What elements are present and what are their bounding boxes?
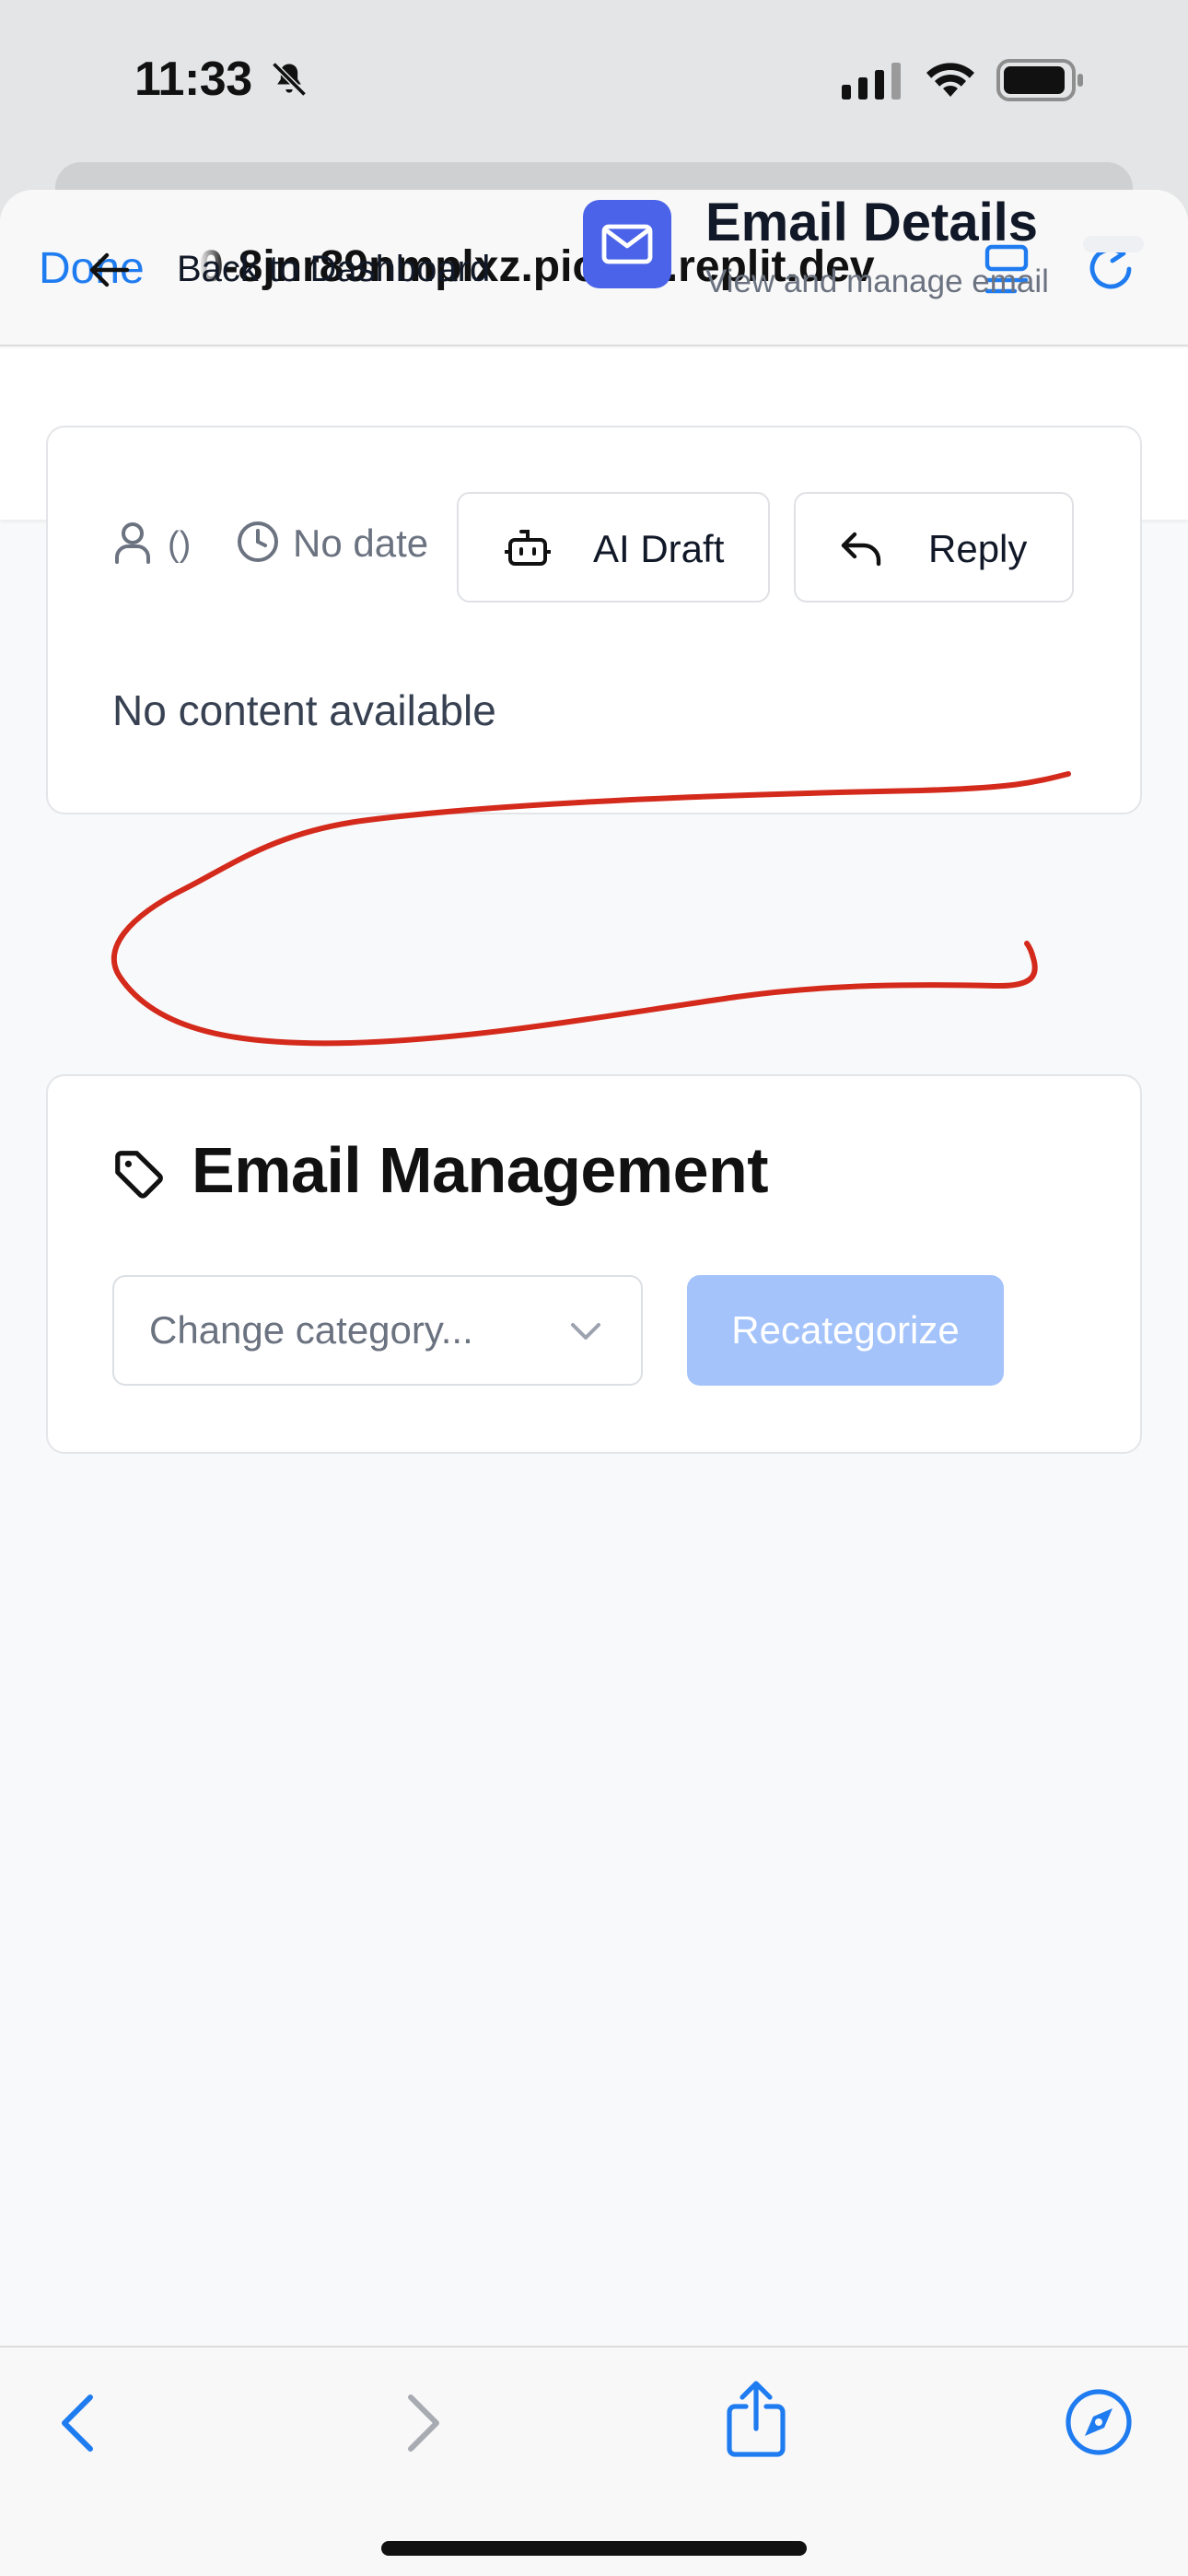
date-text: No date [293, 521, 429, 565]
recategorize-label: Recategorize [731, 1308, 960, 1352]
email-management-card [46, 1074, 1142, 1454]
mail-icon [601, 224, 653, 264]
clock-icon [238, 521, 278, 562]
wifi-icon [926, 63, 974, 97]
cellular-signal-icon [842, 63, 901, 100]
chevron-down-icon [571, 1323, 600, 1340]
reply-icon [841, 532, 881, 567]
category-select-placeholder: Change category... [149, 1308, 473, 1352]
header-placeholder-pill [1083, 236, 1144, 252]
ai-draft-label: AI Draft [593, 527, 725, 570]
email-card [46, 426, 1142, 814]
status-time: 11:33 [134, 53, 252, 106]
reply-label: Reply [928, 527, 1028, 570]
robot-icon [505, 530, 551, 566]
tag-icon [115, 1151, 163, 1199]
home-indicator [381, 2541, 807, 2556]
page-title: Email Details [705, 193, 1039, 252]
arrow-left-icon[interactable] [88, 251, 131, 289]
compass-icon[interactable] [1065, 2388, 1133, 2456]
back-icon[interactable] [57, 2392, 101, 2454]
battery-icon [996, 59, 1083, 101]
page-subtitle: View and manage email [705, 263, 1049, 299]
bell-muted-icon [272, 62, 307, 97]
forward-icon[interactable] [400, 2392, 444, 2454]
sender-text: () [168, 525, 192, 564]
mail-badge [583, 200, 671, 288]
back-to-dashboard-link[interactable]: Back to Dashboard [177, 249, 490, 290]
user-icon [115, 522, 150, 564]
email-content: No content available [112, 686, 496, 734]
email-management-title: Email Management [192, 1134, 769, 1206]
share-icon[interactable] [724, 2379, 788, 2460]
